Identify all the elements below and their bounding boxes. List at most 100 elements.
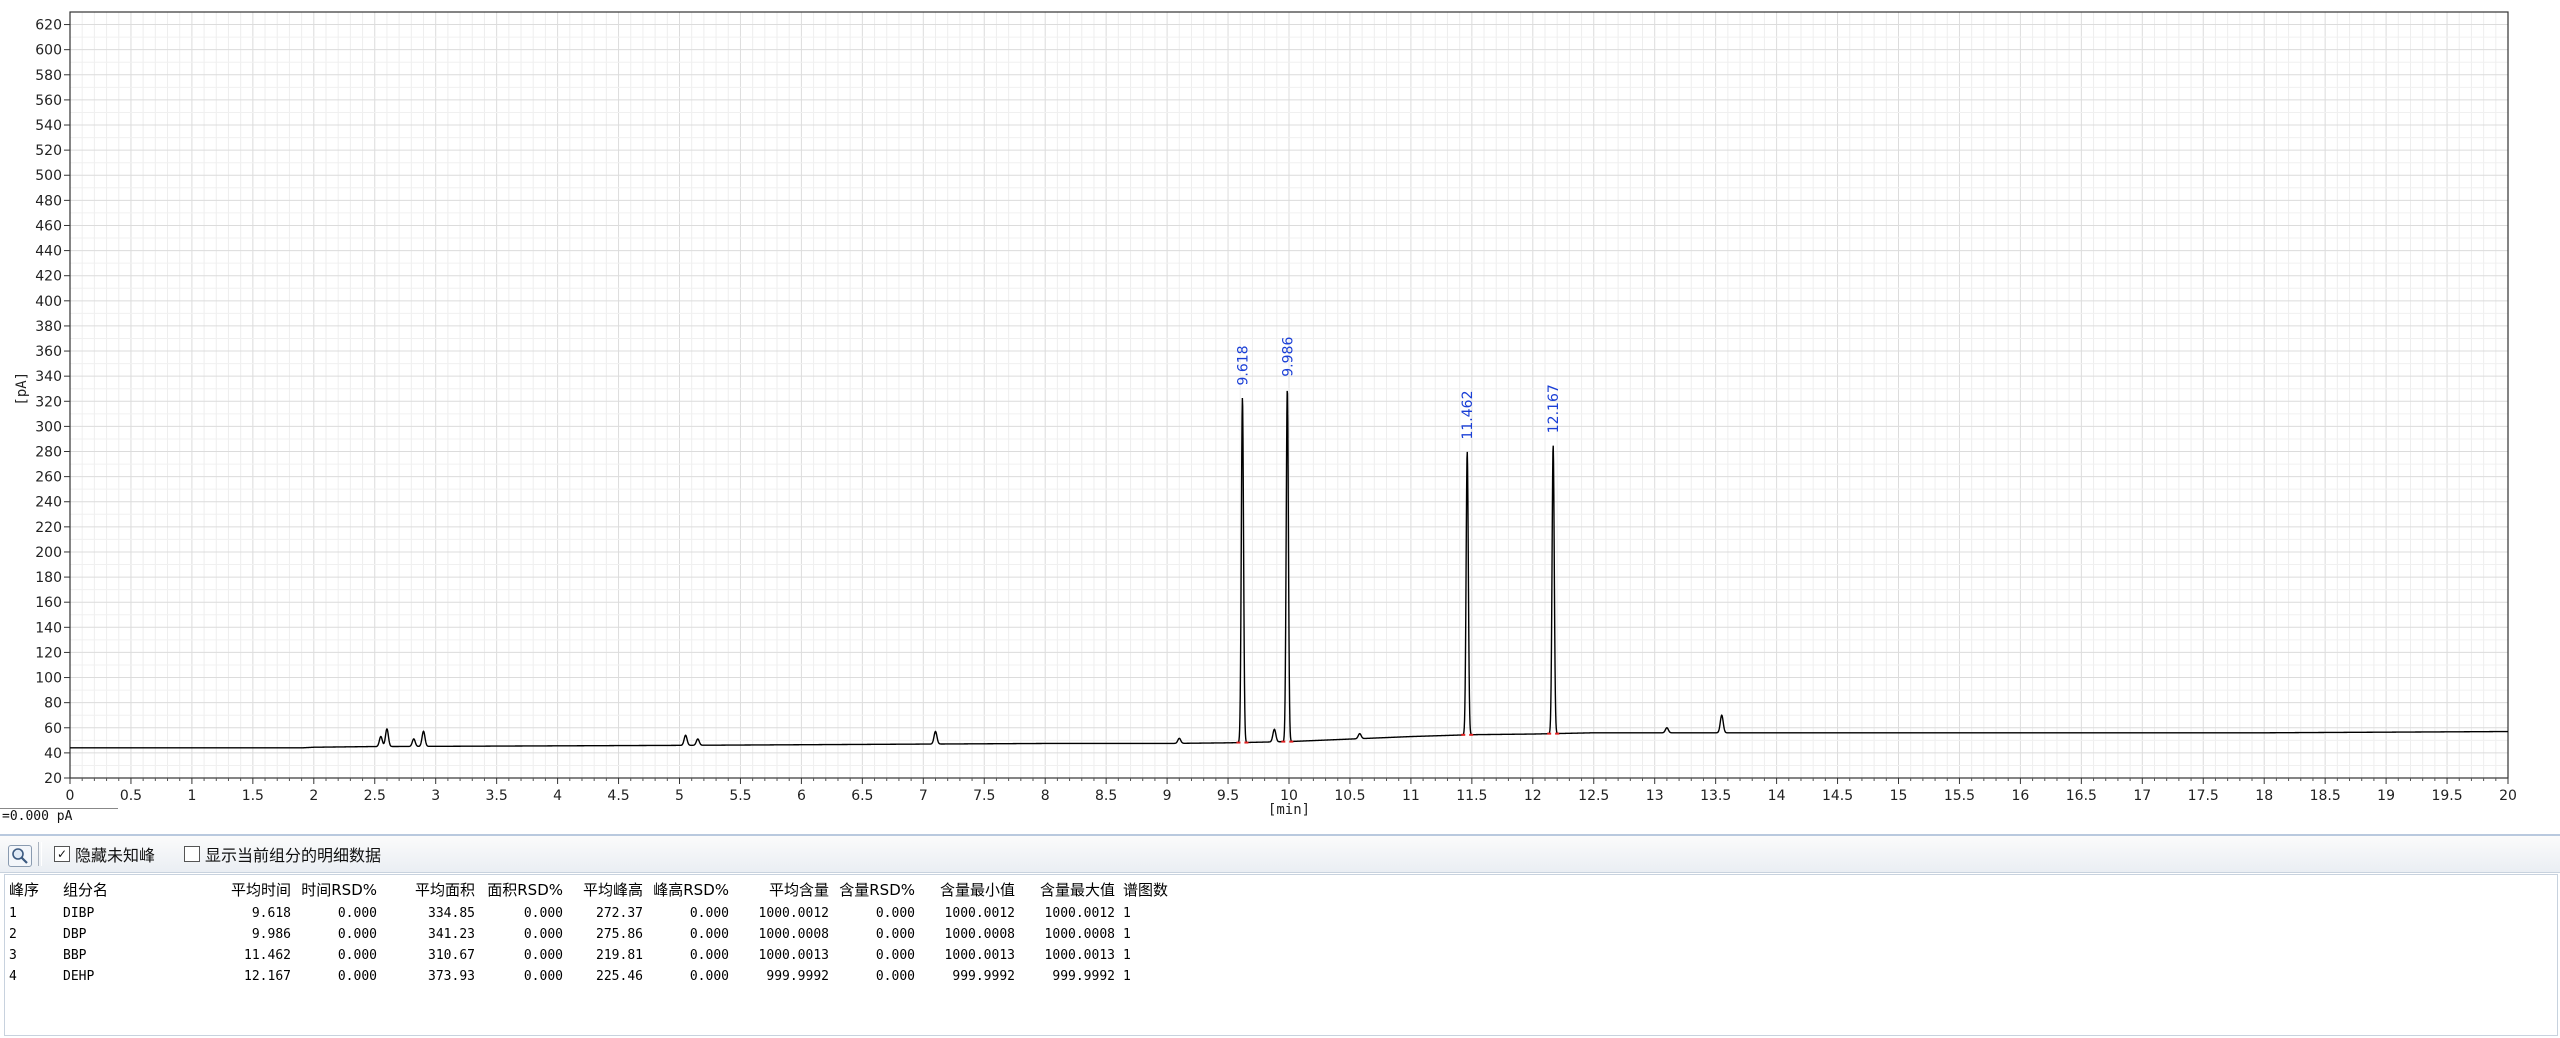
y-tick-label: 420 [35,269,62,285]
x-tick-label: 18 [2255,788,2273,804]
x-tick-label: 8.5 [1095,788,1117,804]
x-tick-label: 3.5 [486,788,508,804]
table-row[interactable]: 2 DBP 9.986 0.000 341.23 0.000 275.86 0.… [5,924,1187,945]
cell-component: DBP [63,927,87,942]
x-tick-label: 13.5 [1700,788,1731,804]
cell-content-rsd: 0.000 [875,948,915,963]
x-axis-title: [min] [1268,802,1310,818]
peak-label: 12.167 [1546,384,1562,433]
cell-height-rsd: 0.000 [689,948,729,963]
hide-unknown-checkbox[interactable]: ✓ 隐藏未知峰 [54,844,155,865]
y-tick-label: 120 [35,645,62,661]
table-row[interactable]: 4 DEHP 12.167 0.000 373.93 0.000 225.46 … [5,966,1187,987]
cell-time-rsd: 0.000 [337,906,377,921]
cell-peak-order: 1 [9,906,17,921]
col-spectra-count[interactable]: 谱图数 [1119,875,1187,903]
cell-content-min: 999.9992 [952,969,1015,984]
col-content-rsd[interactable]: 含量RSD% [833,875,919,903]
cell-content-rsd: 0.000 [875,969,915,984]
x-tick-label: 17.5 [2188,788,2219,804]
y-tick-label: 540 [35,118,62,134]
cell-peak-order: 3 [9,948,17,963]
peak-label: 9.986 [1280,337,1296,377]
x-tick-label: 4.5 [607,788,629,804]
cell-component: DIBP [63,906,95,921]
x-tick-label: 16 [2011,788,2029,804]
cell-avg-content: 999.9992 [766,969,829,984]
cell-spectra-count: 1 [1123,927,1131,942]
y-tick-label: 520 [35,143,62,159]
chromatogram-chart[interactable]: 0 0.5 1 1.5 2 2.5 3 3.5 4 4.5 5 5.5 6 6.5 7 7.5 8 8.5 9 9.5… [0,0,2560,832]
col-area-rsd[interactable]: 面积RSD% [479,875,567,903]
y-tick-label: 600 [35,43,62,59]
x-tick-label: 20 [2499,788,2517,804]
magnifier-icon[interactable] [8,845,32,867]
cell-avg-area: 310.67 [428,948,475,963]
col-time-rsd[interactable]: 时间RSD% [295,875,381,903]
x-tick-label: 16.5 [2066,788,2097,804]
y-tick-label: 320 [35,394,62,410]
x-tick-label: 18.5 [2310,788,2341,804]
col-avg-time[interactable]: 平均时间 [217,875,295,903]
y-tick-label: 500 [35,168,62,184]
y-tick-label: 360 [35,344,62,360]
col-component[interactable]: 组分名 [59,875,217,903]
y-tick-label: 480 [35,193,62,209]
x-tick-label: 12 [1524,788,1542,804]
x-tick-label: 11 [1402,788,1420,804]
col-content-min[interactable]: 含量最小值 [919,875,1019,903]
x-tick-label: 0 [66,788,75,804]
cell-spectra-count: 1 [1123,969,1131,984]
col-avg-area[interactable]: 平均面积 [381,875,479,903]
cell-avg-height: 272.37 [596,906,643,921]
x-tick-label: 1 [187,788,196,804]
x-tick-label: 14.5 [1822,788,1853,804]
chromatogram-plot[interactable]: 0 0.5 1 1.5 2 2.5 3 3.5 4 4.5 5 5.5 6 6.5 7 7.5 8 8.5 9 9.5… [0,0,2560,832]
y-tick-label: 380 [35,319,62,335]
x-tick-label: 12.5 [1578,788,1609,804]
cell-content-min: 1000.0008 [944,927,1015,942]
cell-area-rsd: 0.000 [523,906,563,921]
cell-content-max: 1000.0013 [1044,948,1115,963]
cell-content-max: 1000.0012 [1044,906,1115,921]
cell-avg-area: 341.23 [428,927,475,942]
col-avg-height[interactable]: 平均峰高 [567,875,647,903]
x-tick-label: 6.5 [851,788,873,804]
col-peak-order[interactable]: 峰序 [5,875,59,903]
y-tick-label: 560 [35,93,62,109]
cell-content-rsd: 0.000 [875,927,915,942]
results-table-container[interactable]: 峰序 组分名 平均时间 时间RSD% 平均面积 面积RSD% 平均峰高 峰高RS… [4,874,2558,1036]
table-row[interactable]: 3 BBP 11.462 0.000 310.67 0.000 219.81 0… [5,945,1187,966]
col-avg-content[interactable]: 平均含量 [733,875,833,903]
col-height-rsd[interactable]: 峰高RSD% [647,875,733,903]
y-tick-label: 60 [44,721,62,737]
y-tick-label: 280 [35,445,62,461]
cell-peak-order: 2 [9,927,17,942]
hide-unknown-check-icon[interactable]: ✓ [54,846,70,862]
cell-avg-content: 1000.0013 [758,948,829,963]
col-content-max[interactable]: 含量最大值 [1019,875,1119,903]
x-tick-label: 6 [797,788,806,804]
show-detail-label: 显示当前组分的明细数据 [205,846,382,865]
y-tick-label: 580 [35,68,62,84]
cell-height-rsd: 0.000 [689,927,729,942]
show-detail-checkbox[interactable]: 显示当前组分的明细数据 [184,844,382,865]
table-row[interactable]: 1 DIBP 9.618 0.000 334.85 0.000 272.37 0… [5,903,1187,924]
x-tick-label: 7 [919,788,928,804]
y-tick-label: 300 [35,419,62,435]
x-tick-label: 14 [1768,788,1786,804]
cell-avg-area: 334.85 [428,906,475,921]
x-tick-label: 5 [675,788,684,804]
peak-label: 9.618 [1235,345,1251,385]
x-tick-label: 0.5 [120,788,142,804]
cell-time-rsd: 0.000 [337,969,377,984]
cell-spectra-count: 1 [1123,948,1131,963]
cell-avg-height: 219.81 [596,948,643,963]
y-tick-label: 340 [35,369,62,385]
toolbar-separator [38,842,42,866]
show-detail-check-icon[interactable] [184,846,200,862]
cell-avg-content: 1000.0012 [758,906,829,921]
y-tick-label: 20 [44,771,62,787]
x-tick-label: 3 [431,788,440,804]
cell-avg-content: 1000.0008 [758,927,829,942]
